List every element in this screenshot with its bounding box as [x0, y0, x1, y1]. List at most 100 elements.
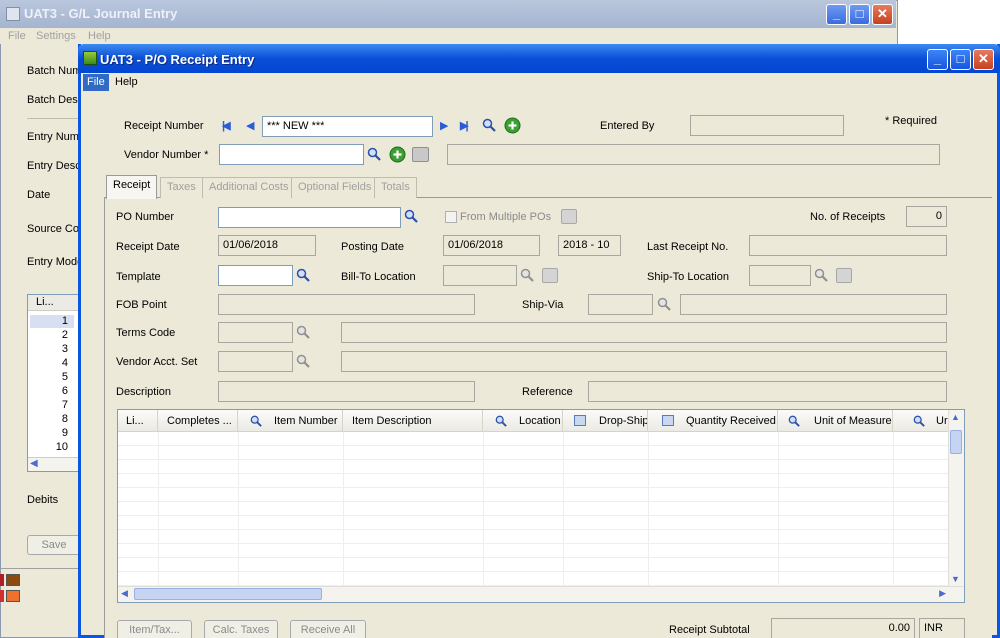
column-header-location[interactable]: Location — [483, 410, 563, 432]
table-row[interactable] — [118, 432, 950, 446]
table-row[interactable] — [118, 460, 950, 474]
gl-menu-settings[interactable]: Settings — [36, 30, 76, 42]
vendor-acct-set-description-field — [341, 351, 947, 372]
column-header-unit-cost-label: Ur — [936, 415, 948, 427]
column-header-completes[interactable]: Completes ... — [158, 410, 238, 432]
table-row[interactable] — [118, 558, 950, 572]
scroll-right-icon[interactable]: ▶ — [939, 588, 946, 599]
column-header-item-description[interactable]: Item Description — [343, 410, 483, 432]
terms-code-field — [218, 322, 293, 343]
previous-record-icon[interactable]: ◀ — [246, 119, 254, 132]
table-row[interactable] — [118, 446, 950, 460]
add-icon[interactable] — [389, 146, 406, 163]
column-header-quantity-received[interactable]: Quantity Received — [648, 410, 778, 432]
tab-optional-fields[interactable]: Optional Fields — [291, 177, 379, 198]
scroll-left-icon[interactable]: ◀ — [30, 458, 38, 469]
list-item[interactable]: 6 — [30, 385, 74, 398]
po-number-field[interactable] — [218, 207, 401, 228]
grid-horizontal-scrollbar[interactable]: ◀ ▶ — [118, 586, 964, 602]
gl-date-label: Date — [27, 189, 51, 201]
gl-menu-file[interactable]: File — [8, 30, 26, 42]
add-icon[interactable] — [504, 117, 521, 134]
list-item[interactable]: 1 — [30, 315, 74, 328]
close-button[interactable]: ✕ — [973, 49, 994, 70]
next-record-icon[interactable]: ▶ — [440, 119, 448, 132]
scroll-down-icon[interactable]: ▼ — [951, 574, 960, 584]
search-icon[interactable] — [296, 268, 310, 282]
gl-minimize-button[interactable]: _ — [826, 4, 847, 25]
list-item[interactable]: 8 — [30, 413, 74, 426]
po-titlebar[interactable]: UAT3 - P/O Receipt Entry _ □ ✕ — [78, 44, 1000, 73]
table-row[interactable] — [118, 516, 950, 530]
table-row[interactable] — [118, 502, 950, 516]
table-row[interactable] — [118, 474, 950, 488]
list-item[interactable]: 2 — [30, 329, 74, 342]
table-row[interactable] — [118, 544, 950, 558]
search-icon[interactable] — [404, 209, 418, 223]
list-item[interactable]: 7 — [30, 399, 74, 412]
search-icon — [913, 415, 925, 427]
table-row[interactable] — [118, 488, 950, 502]
gl-close-button[interactable]: ✕ — [872, 4, 893, 25]
item-tax-button[interactable]: Item/Tax... — [117, 620, 192, 638]
last-record-icon[interactable]: ▶| — [460, 119, 468, 132]
template-field[interactable] — [218, 265, 293, 286]
column-header-unit-of-measure[interactable]: Unit of Measure — [778, 410, 893, 432]
scroll-thumb[interactable] — [134, 588, 322, 600]
gl-entry-number-label: Entry Numb — [27, 131, 86, 143]
zoom-icon[interactable] — [412, 147, 429, 162]
vendor-number-field[interactable] — [219, 144, 364, 165]
table-row[interactable] — [118, 572, 950, 586]
tab-additional-costs[interactable]: Additional Costs — [202, 177, 296, 198]
gl-list-hscroll[interactable]: ◀ — [28, 457, 82, 471]
tab-receipt[interactable]: Receipt — [106, 175, 158, 199]
list-item[interactable]: 4 — [30, 357, 74, 370]
gl-window-title: UAT3 - G/L Journal Entry — [24, 6, 178, 21]
gl-line-list[interactable]: Li... 1 2 3 4 5 6 7 8 9 10 ◀ — [27, 294, 83, 472]
maximize-button[interactable]: □ — [950, 49, 971, 70]
tab-totals[interactable]: Totals — [374, 177, 417, 198]
list-item[interactable]: 9 — [30, 427, 74, 440]
receipt-number-field[interactable]: *** NEW *** — [262, 116, 433, 137]
zoom-icon — [836, 268, 852, 283]
ship-via-description-field — [680, 294, 947, 315]
ship-via-label: Ship-Via — [522, 299, 564, 311]
fiscal-period-field: 2018 - 10 — [558, 235, 621, 256]
grid-vertical-scrollbar[interactable]: ▲ ▼ — [948, 410, 964, 586]
column-header-drop-ship[interactable]: Drop-Ship — [563, 410, 648, 432]
column-header-unit-cost[interactable]: Ur — [893, 410, 950, 432]
tab-taxes[interactable]: Taxes — [160, 177, 203, 198]
vendor-acct-set-field — [218, 351, 293, 372]
scroll-thumb[interactable] — [950, 430, 962, 454]
list-item-number: 5 — [61, 371, 68, 383]
column-header-item-number[interactable]: Item Number — [238, 410, 343, 432]
gl-maximize-button[interactable]: □ — [849, 4, 870, 25]
table-row[interactable] — [118, 530, 950, 544]
search-icon[interactable] — [367, 147, 381, 161]
from-multiple-pos-checkbox[interactable] — [445, 211, 457, 223]
fiscal-period-value: 2018 - 10 — [563, 239, 610, 251]
receipt-detail-grid[interactable]: Li... Completes ... Item Number Item Des… — [117, 409, 965, 603]
search-icon — [495, 415, 507, 427]
list-item[interactable]: 5 — [30, 371, 74, 384]
search-icon[interactable] — [482, 118, 496, 132]
no-of-receipts-field: 0 — [906, 206, 947, 227]
menu-file[interactable]: File — [83, 74, 109, 91]
minimize-button[interactable]: _ — [927, 49, 948, 70]
gl-titlebar[interactable]: UAT3 - G/L Journal Entry _ □ ✕ — [0, 0, 896, 28]
column-header-line[interactable]: Li... — [118, 410, 158, 432]
ship-to-location-label: Ship-To Location — [647, 271, 729, 283]
column-header-drop-ship-label: Drop-Ship — [599, 415, 648, 427]
list-item[interactable]: 10 — [30, 441, 74, 454]
gl-save-button[interactable]: Save — [27, 535, 81, 555]
first-record-icon[interactable]: |◀ — [222, 119, 230, 132]
receive-all-button[interactable]: Receive All — [290, 620, 366, 638]
gl-menu-help[interactable]: Help — [88, 30, 111, 42]
scroll-left-icon[interactable]: ◀ — [121, 588, 128, 599]
scroll-up-icon[interactable]: ▲ — [951, 412, 960, 422]
menu-help[interactable]: Help — [115, 76, 138, 88]
grid-column-divider — [778, 432, 779, 586]
list-item[interactable]: 3 — [30, 343, 74, 356]
calc-taxes-button[interactable]: Calc. Taxes — [204, 620, 278, 638]
column-header-quantity-received-label: Quantity Received — [686, 415, 776, 427]
